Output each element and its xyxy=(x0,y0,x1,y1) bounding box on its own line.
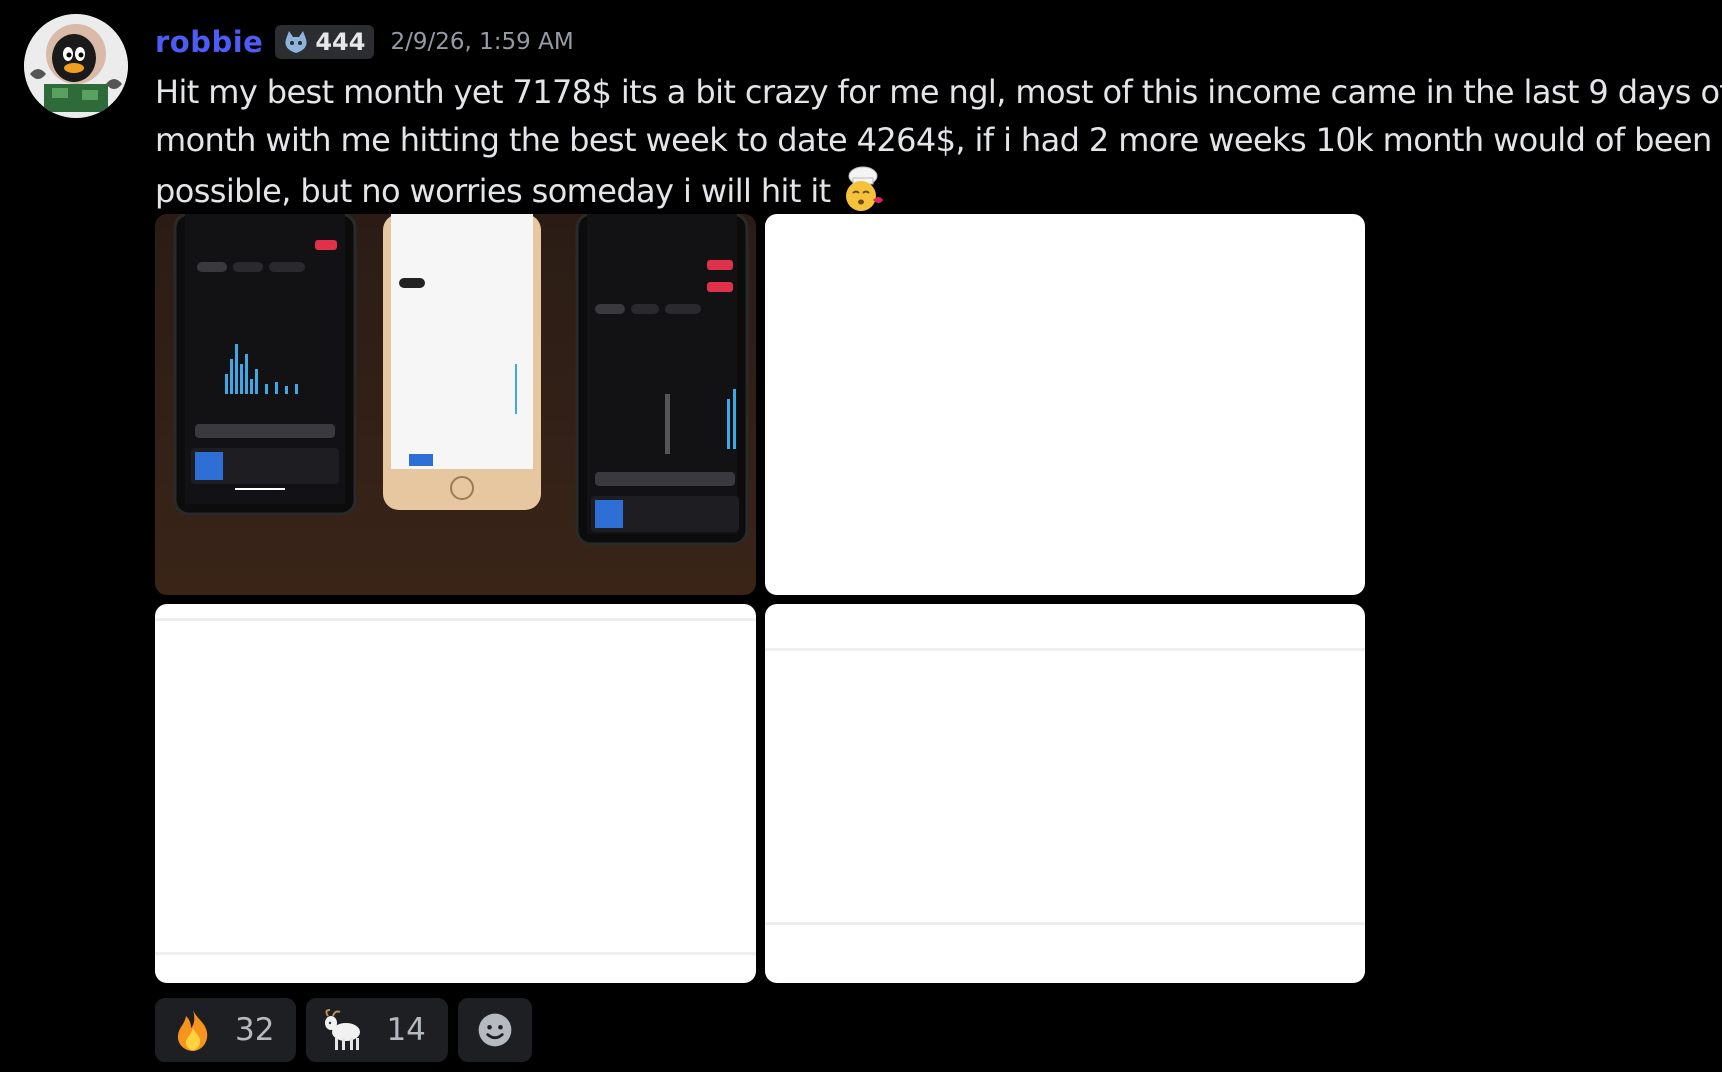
attachment-image-2[interactable] xyxy=(765,214,1365,595)
message-line: month with me hitting the best week to d… xyxy=(155,121,1712,159)
smiley-icon xyxy=(478,1013,512,1047)
attachment-photo[interactable] xyxy=(155,214,756,595)
reaction-count: 32 xyxy=(235,1012,275,1048)
divider xyxy=(155,618,756,621)
username[interactable]: robbie xyxy=(155,25,263,59)
goat-emoji xyxy=(325,1009,361,1050)
timestamp[interactable]: 2/9/26, 1:59 AM xyxy=(390,29,573,55)
reaction-goat[interactable]: 14 xyxy=(306,998,448,1062)
chef-kiss-emoji xyxy=(845,166,883,211)
divider xyxy=(765,922,1365,925)
attachment-image-4[interactable] xyxy=(765,604,1365,983)
add-reaction-button[interactable] xyxy=(457,998,532,1062)
fire-emoji xyxy=(177,1010,208,1051)
divider xyxy=(765,648,1365,651)
divider xyxy=(155,952,756,955)
reaction-count: 14 xyxy=(386,1012,426,1048)
server-tag[interactable]: 444 xyxy=(275,25,375,59)
message-line: possible, but no worries someday i will … xyxy=(155,164,1710,215)
attachment-image-3[interactable] xyxy=(155,604,756,983)
reactions-bar: 32 14 xyxy=(155,998,532,1062)
message-line-text: possible, but no worries someday i will … xyxy=(155,172,831,210)
reaction-fire[interactable]: 32 xyxy=(155,998,297,1062)
message-line: Hit my best month yet 7178$ its a bit cr… xyxy=(155,73,1722,111)
message-header: robbie 444 2/9/26, 1:59 AM xyxy=(155,22,574,62)
message-content: Hit my best month yet 7178$ its a bit cr… xyxy=(155,68,1722,215)
tag-count: 444 xyxy=(315,28,366,56)
avatar[interactable] xyxy=(24,14,128,118)
cat-badge-icon xyxy=(285,31,307,53)
